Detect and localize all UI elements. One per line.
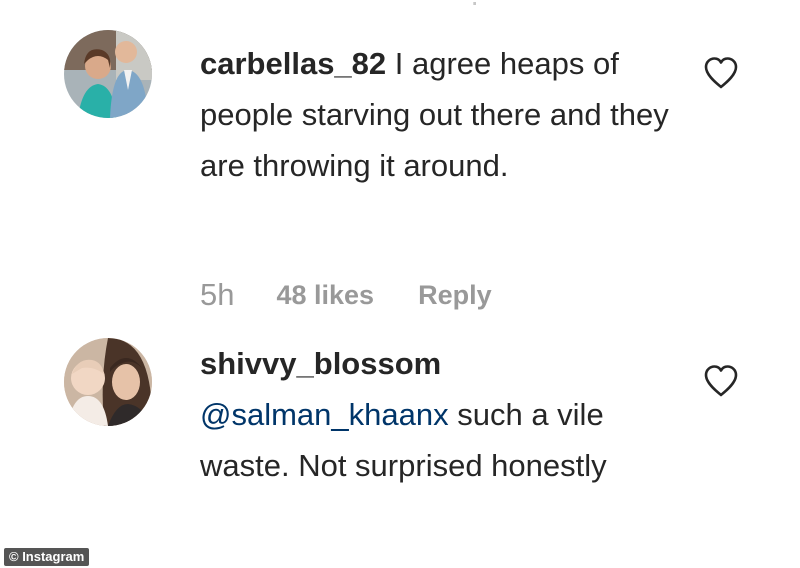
cropped-previous-comment-fragment: ·	[470, 0, 481, 17]
like-button[interactable]	[703, 364, 739, 398]
avatar[interactable]	[64, 30, 152, 118]
comment-likes-count[interactable]: 48 likes	[276, 280, 374, 311]
avatar-photo	[64, 338, 152, 426]
avatar-photo	[64, 30, 152, 118]
heart-outline-icon	[704, 57, 738, 89]
heart-outline-icon	[704, 365, 738, 397]
reply-button[interactable]: Reply	[418, 280, 492, 311]
comment-username[interactable]: shivvy_blossom	[200, 346, 441, 381]
avatar[interactable]	[64, 338, 152, 426]
comment-username[interactable]: carbellas_82	[200, 46, 386, 81]
comment-timestamp: 5h	[200, 277, 235, 312]
comment-meta: 5h 48 likes Reply	[200, 275, 492, 315]
comment-body: shivvy_blossom @salman_khaanx such a vile…	[200, 338, 670, 491]
image-credit: © Instagram	[4, 548, 90, 566]
comment-mention-link[interactable]: @salman_khaanx	[200, 397, 449, 432]
comment-body: carbellas_82 I agree heaps of people sta…	[200, 38, 670, 191]
like-button[interactable]	[703, 56, 739, 90]
